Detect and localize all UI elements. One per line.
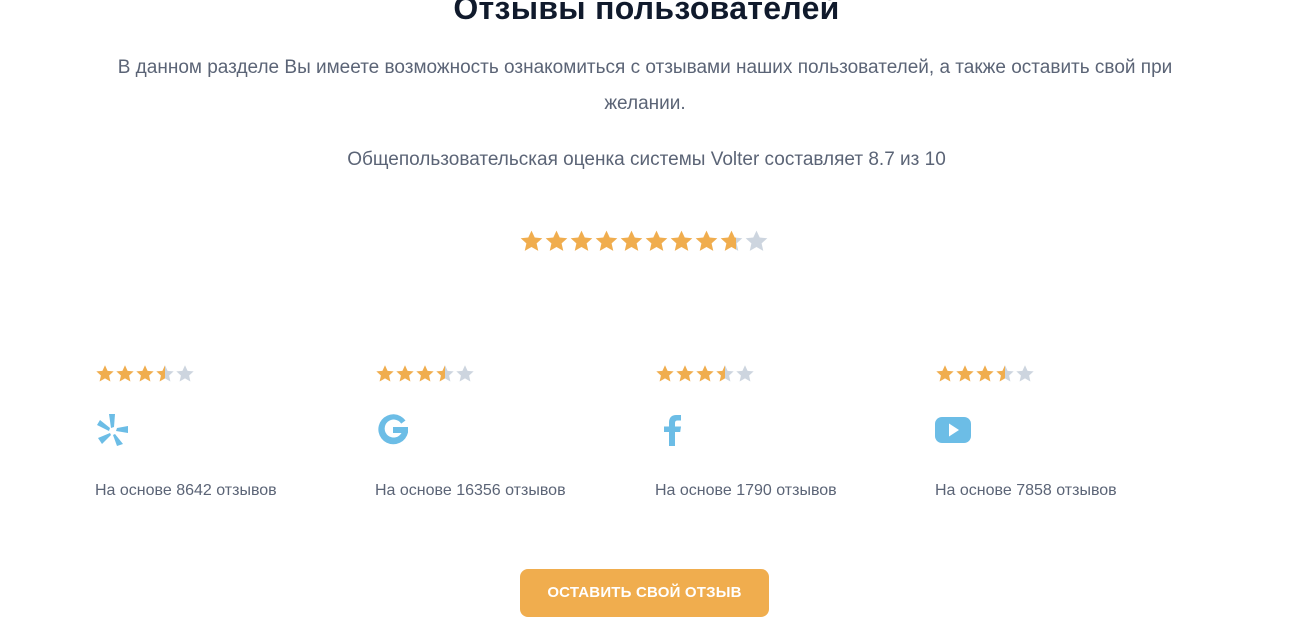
section-title: Отзывы пользователей — [453, 0, 840, 26]
yelp-icon[interactable] — [95, 412, 131, 448]
star-filled-icon — [676, 365, 694, 382]
star-filled-icon — [96, 365, 114, 382]
google-icon[interactable] — [375, 412, 411, 448]
star-empty-icon — [1016, 365, 1034, 382]
section-description: В данном разделе Вы имеете возможность о… — [117, 57, 1173, 114]
platform-ratings: На основе 8642 отзывов На основе 16356 о… — [0, 362, 1293, 522]
platform-card-youtube: На основе 7858 отзывов — [935, 362, 1175, 522]
star-half-icon — [996, 365, 1014, 382]
star-filled-icon — [396, 365, 414, 382]
star-filled-icon — [936, 365, 954, 382]
star-half-icon — [720, 230, 743, 251]
leave-review-button[interactable]: ОСТАВИТЬ СВОЙ ОТЗЫВ — [520, 569, 769, 617]
rating-stars — [935, 364, 1035, 384]
platform-card-yelp: На основе 8642 отзывов — [95, 362, 335, 522]
star-filled-icon — [116, 365, 134, 382]
star-filled-icon — [696, 365, 714, 382]
star-filled-icon — [520, 230, 543, 251]
star-empty-icon — [176, 365, 194, 382]
overall-rating-stars — [519, 229, 769, 255]
star-empty-icon — [456, 365, 474, 382]
star-filled-icon — [956, 365, 974, 382]
rating-stars — [655, 364, 755, 384]
star-empty-icon — [745, 230, 768, 251]
star-filled-icon — [595, 230, 618, 251]
star-half-icon — [156, 365, 174, 382]
reviews-count: На основе 1790 отзывов — [655, 482, 837, 499]
star-filled-icon — [695, 230, 718, 251]
platform-card-facebook: На основе 1790 отзывов — [655, 362, 895, 522]
rating-stars — [95, 364, 195, 384]
star-filled-icon — [620, 230, 643, 251]
star-filled-icon — [670, 230, 693, 251]
reviews-section: Отзывы пользователей В данном разделе Вы… — [0, 0, 1293, 626]
reviews-count: На основе 7858 отзывов — [935, 482, 1117, 499]
star-filled-icon — [976, 365, 994, 382]
reviews-count: На основе 8642 отзывов — [95, 482, 277, 499]
star-filled-icon — [416, 365, 434, 382]
star-filled-icon — [376, 365, 394, 382]
facebook-icon[interactable] — [655, 412, 691, 448]
star-half-icon — [716, 365, 734, 382]
reviews-count: На основе 16356 отзывов — [375, 482, 566, 499]
platform-card-google: На основе 16356 отзывов — [375, 362, 615, 522]
overall-rating-text: Общепользовательская оценка системы Volt… — [347, 149, 946, 170]
star-filled-icon — [545, 230, 568, 251]
rating-stars — [375, 364, 475, 384]
youtube-icon[interactable] — [935, 412, 971, 448]
star-filled-icon — [136, 365, 154, 382]
star-filled-icon — [645, 230, 668, 251]
star-empty-icon — [736, 365, 754, 382]
star-filled-icon — [656, 365, 674, 382]
star-half-icon — [436, 365, 454, 382]
star-filled-icon — [570, 230, 593, 251]
